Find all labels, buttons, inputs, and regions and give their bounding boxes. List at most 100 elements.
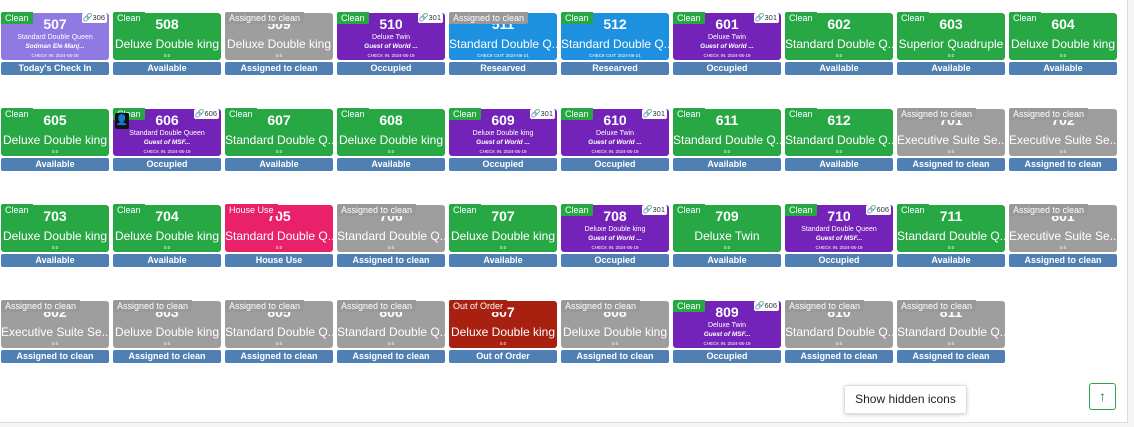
room-type: Executive Suite Se... bbox=[1, 325, 109, 339]
room-status-bar[interactable]: Available bbox=[225, 158, 333, 171]
room-card[interactable]: Clean 601 Deluxe Twin Guest of World ... CHE… bbox=[673, 12, 781, 78]
room-card[interactable]: Clean 710 Standard Double Queen Guest of MS… bbox=[785, 204, 893, 270]
room-status-bar[interactable]: Occupied bbox=[449, 158, 557, 171]
linked-room-badge[interactable]: 🔗606 bbox=[753, 301, 779, 311]
room-status-bar[interactable]: Researved bbox=[449, 62, 557, 75]
housekeeping-badge: Assigned to clean bbox=[225, 300, 305, 312]
room-status-bar[interactable]: Occupied bbox=[673, 62, 781, 75]
housekeeping-badge: Assigned to clean bbox=[113, 300, 193, 312]
linked-room-badge[interactable]: 🔗306 bbox=[81, 13, 107, 23]
room-card[interactable]: Clean 510 Deluxe Twin Guest of World ... CHE… bbox=[337, 12, 445, 78]
room-status-bar[interactable]: Occupied bbox=[561, 254, 669, 267]
room-card[interactable]: Clean 508 Deluxe Double king 0.0 Available bbox=[113, 12, 221, 78]
room-status-bar[interactable]: Out of Order bbox=[449, 350, 557, 363]
room-status-bar[interactable]: Assigned to clean bbox=[1009, 158, 1117, 171]
room-status-bar[interactable]: Assigned to clean bbox=[1, 350, 109, 363]
room-status-bar[interactable]: Occupied bbox=[785, 254, 893, 267]
room-status-bar[interactable]: Available bbox=[1009, 62, 1117, 75]
room-type: Standard Double Queen bbox=[129, 130, 205, 137]
room-status-bar[interactable]: Available bbox=[113, 62, 221, 75]
room-card[interactable]: Clean 603 Superior Quadruple 0.0 Available bbox=[897, 12, 1005, 78]
room-card[interactable]: Clean 604 Deluxe Double king 0.0 Available bbox=[1009, 12, 1117, 78]
room-status-bar[interactable]: Available bbox=[785, 158, 893, 171]
room-card[interactable]: Clean 512 Standard Double Q... CHECK OUT: 2… bbox=[561, 12, 669, 78]
room-card[interactable]: Clean606Standard Double QueenGuest of MS… bbox=[113, 108, 221, 174]
room-card[interactable]: Clean 711 Standard Double Q... 0.0 Available bbox=[897, 204, 1005, 270]
room-card[interactable]: Clean 610 Deluxe Twin Guest of World ... CHE… bbox=[561, 108, 669, 174]
room-status-bar[interactable]: Available bbox=[113, 254, 221, 267]
housekeeping-badge: Clean bbox=[225, 108, 257, 120]
room-status-bar[interactable]: Available bbox=[673, 254, 781, 267]
room-card[interactable]: Assigned to clean 803 Deluxe Double king 0.… bbox=[113, 300, 221, 366]
room-status-bar[interactable]: Occupied bbox=[337, 62, 445, 75]
room-card[interactable]: Assigned to clean 808 Deluxe Double king 0.… bbox=[561, 300, 669, 366]
room-type: Standard Double Q... bbox=[225, 229, 333, 243]
room-card[interactable]: Clean 602 Standard Double Q... 0.0 Available bbox=[785, 12, 893, 78]
room-status-bar[interactable]: Occupied bbox=[113, 158, 221, 171]
room-card[interactable]: Clean 608 Deluxe Double king 0.0 Available bbox=[337, 108, 445, 174]
room-card[interactable]: Assigned to clean 806 Standard Double Q...… bbox=[337, 300, 445, 366]
room-card[interactable]: Clean 704 Deluxe Double king 0.0 Available bbox=[113, 204, 221, 270]
room-status-bar[interactable]: Assigned to clean bbox=[113, 350, 221, 363]
room-status-bar[interactable]: Available bbox=[673, 158, 781, 171]
room-status-bar[interactable]: Assigned to clean bbox=[337, 254, 445, 267]
room-status-bar[interactable]: Assigned to clean bbox=[225, 62, 333, 75]
room-card[interactable]: Assigned to clean 701 Executive Suite Se..… bbox=[897, 108, 1005, 174]
room-card[interactable]: Clean 708 Deluxe Double king Guest of World… bbox=[561, 204, 669, 270]
linked-room-badge[interactable]: 🔗301 bbox=[753, 13, 779, 23]
room-card[interactable]: Assigned to clean 511 Standard Double Q...… bbox=[449, 12, 557, 78]
room-status-bar[interactable]: Assigned to clean bbox=[1009, 254, 1117, 267]
room-card[interactable]: Assigned to clean 810 Standard Double Q...… bbox=[785, 300, 893, 366]
room-card[interactable]: Assigned to clean 811 Standard Double Q...… bbox=[897, 300, 1005, 366]
room-card[interactable]: Clean 709 Deluxe Twin 0.0 Available bbox=[673, 204, 781, 270]
room-meta: CHECK OUT: 2024-05-21 bbox=[477, 53, 529, 58]
room-status-bar[interactable]: Today's Check In bbox=[1, 62, 109, 75]
room-card[interactable]: Clean 611 Standard Double Q... 0.0 Available bbox=[673, 108, 781, 174]
guest-name: Guest of World ... bbox=[588, 235, 642, 242]
room-status-bar[interactable]: Researved bbox=[561, 62, 669, 75]
linked-room-badge[interactable]: 🔗301 bbox=[641, 205, 667, 215]
room-card[interactable]: Clean 609 Deluxe Double king Guest of World… bbox=[449, 108, 557, 174]
room-status-bar[interactable]: Available bbox=[897, 254, 1005, 267]
linked-room-badge[interactable]: 🔗301 bbox=[641, 109, 667, 119]
linked-room-badge[interactable]: 🔗606 bbox=[193, 109, 219, 119]
room-card[interactable]: Assigned to clean 706 Standard Double Q...… bbox=[337, 204, 445, 270]
room-status-bar[interactable]: Occupied bbox=[673, 350, 781, 363]
room-status-bar[interactable]: House Use bbox=[225, 254, 333, 267]
room-status-bar[interactable]: Available bbox=[1, 158, 109, 171]
room-card[interactable]: Clean 703 Deluxe Double king 0.0 Available bbox=[1, 204, 109, 270]
room-card[interactable]: Clean 707 Deluxe Double king 0.0 Available bbox=[449, 204, 557, 270]
room-type: Deluxe Double king bbox=[114, 325, 220, 339]
room-card[interactable]: Clean 507 Standard Double Queen Sodman Ele … bbox=[1, 12, 109, 78]
room-status-bar[interactable]: Available bbox=[449, 254, 557, 267]
room-card[interactable]: Clean 612 Standard Double Q... 0.0 Available bbox=[785, 108, 893, 174]
room-status-bar[interactable]: Assigned to clean bbox=[785, 350, 893, 363]
room-status-bar[interactable]: Assigned to clean bbox=[225, 350, 333, 363]
scroll-to-top-button[interactable]: ↑ bbox=[1089, 383, 1116, 410]
link-icon: 🔗 bbox=[866, 205, 877, 214]
room-card[interactable]: House Use 705 Standard Double Q... 0.0 House… bbox=[225, 204, 333, 270]
room-card[interactable]: Clean 607 Standard Double Q... 0.0 Available bbox=[225, 108, 333, 174]
room-card[interactable]: Assigned to clean 801 Executive Suite Se..… bbox=[1009, 204, 1117, 270]
room-card[interactable]: Clean 605 Deluxe Double king 0.0 Available bbox=[1, 108, 109, 174]
room-status-bar[interactable]: Assigned to clean bbox=[897, 350, 1005, 363]
room-card[interactable]: Assigned to clean 702 Executive Suite Se..… bbox=[1009, 108, 1117, 174]
room-card[interactable]: Assigned to clean 802 Executive Suite Se..… bbox=[1, 300, 109, 366]
linked-room-badge[interactable]: 🔗301 bbox=[417, 13, 443, 23]
room-status-bar[interactable]: Available bbox=[897, 62, 1005, 75]
room-card[interactable]: Assigned to clean 509 Deluxe Double king 0.… bbox=[225, 12, 333, 78]
room-card[interactable]: Assigned to clean 805 Standard Double Q...… bbox=[225, 300, 333, 366]
room-status-bar[interactable]: Assigned to clean bbox=[561, 350, 669, 363]
linked-room-badge[interactable]: 🔗301 bbox=[529, 109, 555, 119]
room-status-bar[interactable]: Occupied bbox=[561, 158, 669, 171]
room-card[interactable]: Clean 809 Deluxe Twin Guest of MSF... CHECK … bbox=[673, 300, 781, 366]
room-card[interactable]: Out of Order 807 Deluxe Double king 0.0 Out … bbox=[449, 300, 557, 366]
link-icon: 🔗 bbox=[530, 109, 541, 118]
room-status-bar[interactable]: Assigned to clean bbox=[897, 158, 1005, 171]
room-status-bar[interactable]: Assigned to clean bbox=[337, 350, 445, 363]
room-status-bar[interactable]: Available bbox=[337, 158, 445, 171]
room-status-bar[interactable]: Available bbox=[785, 62, 893, 75]
room-status-bar[interactable]: Available bbox=[1, 254, 109, 267]
room-meta: CHECK OUT: 2024-05-21 bbox=[589, 53, 641, 58]
linked-room-badge[interactable]: 🔗606 bbox=[865, 205, 891, 215]
